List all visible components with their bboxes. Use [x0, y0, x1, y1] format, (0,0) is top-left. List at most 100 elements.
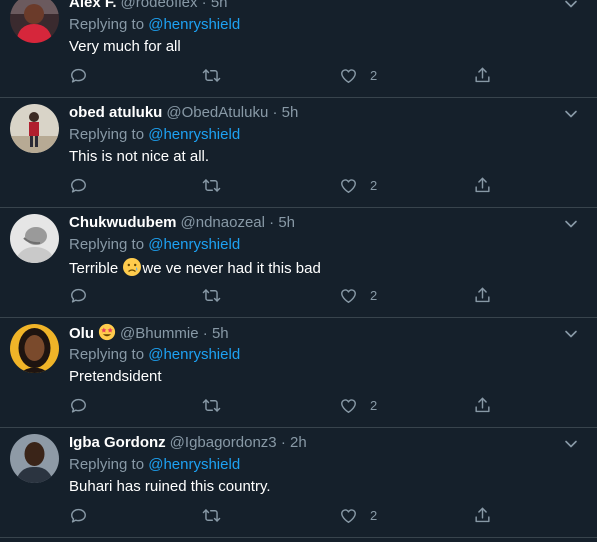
like-count: 2	[370, 507, 378, 523]
tweet-item[interactable]: obed atuluku @ObedAtuluku · 5h Replying t…	[0, 98, 597, 208]
replying-label: Replying to	[69, 16, 145, 33]
mention-link[interactable]: @henryshield	[148, 16, 240, 33]
display-name[interactable]: Olu	[69, 325, 94, 342]
like-button[interactable]: 2	[339, 174, 377, 196]
star-struck-emoji	[98, 323, 116, 341]
retweet-icon	[202, 396, 221, 415]
replying-to: Replying to @henryshield	[69, 235, 240, 255]
replying-label: Replying to	[69, 346, 145, 363]
reply-button[interactable]	[69, 394, 88, 416]
tweet-item[interactable]: Igba Gordonz @Igbagordonz3 · 2h Replying …	[0, 428, 597, 538]
share-icon	[473, 396, 492, 415]
tweet-text: Buhari has ruined this country.	[69, 478, 271, 495]
share-icon	[473, 286, 492, 305]
user-handle[interactable]: @ObedAtuluku	[166, 104, 268, 121]
replying-to: Replying to @henryshield	[69, 455, 240, 475]
like-button[interactable]: 2	[339, 394, 377, 416]
chevron-down-icon[interactable]	[563, 106, 579, 122]
separator-dot: ·	[269, 214, 275, 231]
timestamp[interactable]: 5h	[212, 325, 229, 342]
timestamp[interactable]: 5h	[278, 214, 295, 231]
avatar-gray-photo	[10, 214, 59, 263]
share-icon	[473, 66, 492, 85]
tweet-item[interactable]: Chukwudubem @ndnaozeal · 5h Replying to @…	[0, 208, 597, 318]
timestamp[interactable]: 5h	[282, 104, 299, 121]
retweet-button[interactable]	[202, 284, 221, 306]
replying-to: Replying to @henryshield	[69, 345, 240, 365]
mention-link[interactable]: @henryshield	[148, 236, 240, 253]
reply-button[interactable]	[69, 284, 88, 306]
retweet-button[interactable]	[202, 64, 221, 86]
like-button[interactable]: 2	[339, 64, 377, 86]
chevron-down-icon[interactable]	[563, 0, 579, 12]
user-handle[interactable]: @rodeoflex	[121, 0, 198, 11]
user-handle[interactable]: @Bhummie	[120, 325, 199, 342]
like-count: 2	[370, 67, 378, 83]
separator-dot: ·	[272, 104, 278, 121]
reply-icon	[69, 286, 88, 305]
display-name[interactable]: Alex F.	[69, 0, 117, 11]
display-name[interactable]: Igba Gordonz	[69, 434, 166, 451]
tweet-text: This is not nice at all.	[69, 148, 210, 165]
avatar-man-portrait	[10, 434, 59, 483]
like-count: 2	[370, 287, 378, 303]
heart-icon	[339, 66, 358, 85]
tweet-actions: 2	[69, 394, 499, 418]
timestamp[interactable]: 2h	[290, 434, 307, 451]
display-name[interactable]: obed atuluku	[69, 104, 162, 121]
reply-button[interactable]	[69, 504, 88, 526]
share-button[interactable]	[473, 174, 492, 196]
timestamp[interactable]: 5h	[211, 0, 228, 11]
chevron-down-icon[interactable]	[563, 436, 579, 452]
tweet-item[interactable]: Alex F. @rodeoflex · 5h Replying to @henr…	[0, 0, 597, 98]
avatar[interactable]	[10, 434, 59, 483]
reply-button[interactable]	[69, 174, 88, 196]
user-handle[interactable]: @Igbagordonz3	[170, 434, 277, 451]
avatar[interactable]	[10, 104, 59, 153]
tweet-actions: 2	[69, 284, 499, 308]
mention-link[interactable]: @henryshield	[148, 346, 240, 363]
replying-label: Replying to	[69, 456, 145, 473]
mention-link[interactable]: @henryshield	[148, 456, 240, 473]
share-icon	[473, 176, 492, 195]
tweet-item[interactable]: Olu @Bhummie · 5h Replying to @henryshie…	[0, 318, 597, 428]
like-button[interactable]: 2	[339, 504, 377, 526]
retweet-icon	[202, 176, 221, 195]
tweet-text-part: Terrible	[69, 260, 123, 277]
replying-label: Replying to	[69, 126, 145, 143]
retweet-button[interactable]	[202, 394, 221, 416]
retweet-button[interactable]	[202, 174, 221, 196]
like-count: 2	[370, 177, 378, 193]
share-button[interactable]	[473, 64, 492, 86]
mention-link[interactable]: @henryshield	[148, 126, 240, 143]
replies-feed: Alex F. @rodeoflex · 5h Replying to @henr…	[0, 0, 597, 538]
separator-dot: ·	[280, 434, 286, 451]
avatar[interactable]	[10, 214, 59, 263]
like-button[interactable]: 2	[339, 284, 377, 306]
retweet-button[interactable]	[202, 504, 221, 526]
display-name[interactable]: Chukwudubem	[69, 214, 177, 231]
tweet-text-part: we ve never had it this bad	[142, 260, 321, 277]
share-icon	[473, 506, 492, 525]
tweet-actions: 2	[69, 504, 499, 528]
share-button[interactable]	[473, 394, 492, 416]
avatar-person-indoor	[10, 104, 59, 153]
tweet-text: Very much for all	[69, 38, 181, 55]
avatar-woman-portrait	[10, 324, 59, 373]
share-button[interactable]	[473, 504, 492, 526]
chevron-down-icon[interactable]	[563, 326, 579, 342]
avatar-child-red-shirt	[10, 0, 59, 43]
heart-icon	[339, 396, 358, 415]
replying-to: Replying to @henryshield	[69, 15, 240, 35]
user-handle[interactable]: @ndnaozeal	[181, 214, 265, 231]
reply-button[interactable]	[69, 64, 88, 86]
share-button[interactable]	[473, 284, 492, 306]
retweet-icon	[202, 286, 221, 305]
avatar[interactable]	[10, 0, 59, 43]
chevron-down-icon[interactable]	[563, 216, 579, 232]
retweet-icon	[202, 66, 221, 85]
crying-face-emoji	[123, 258, 142, 276]
avatar[interactable]	[10, 324, 59, 373]
like-count: 2	[370, 397, 378, 413]
tweet-actions: 2	[69, 174, 499, 198]
